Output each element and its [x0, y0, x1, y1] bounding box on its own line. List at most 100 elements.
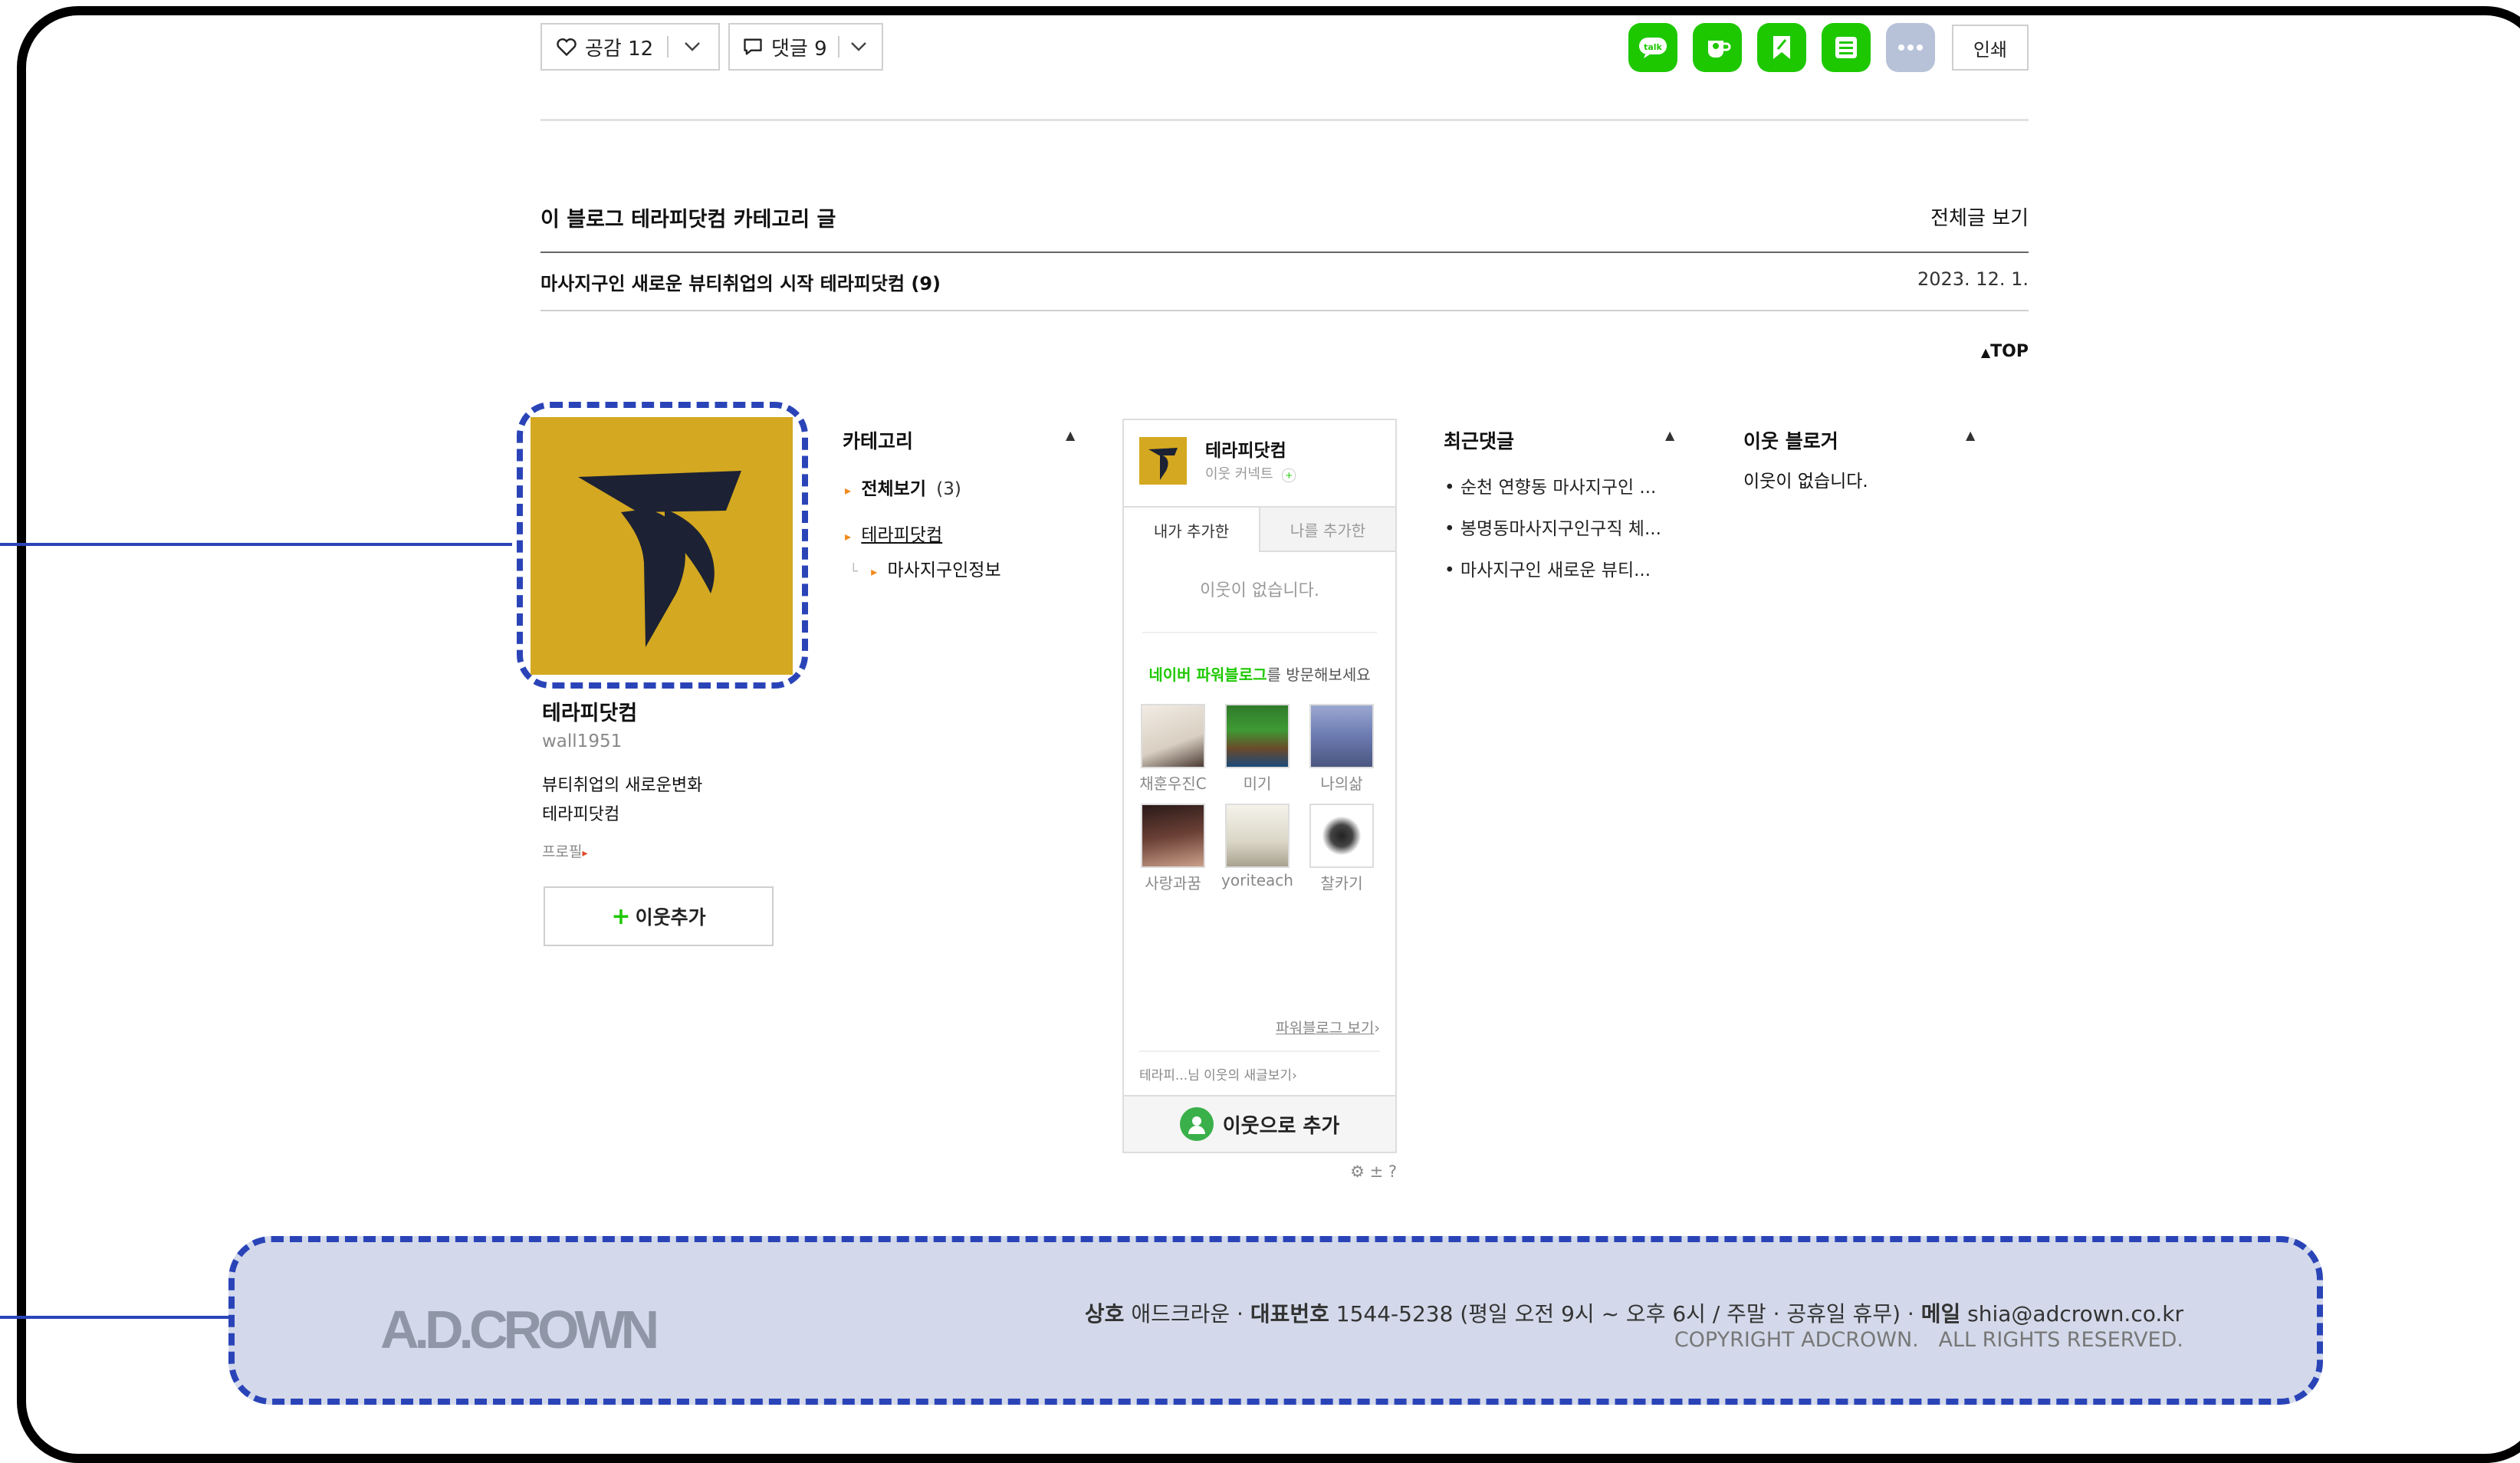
collapse-icon[interactable]: ▲: [1066, 428, 1075, 442]
profile-desc-line1: 뷰티취업의 새로운변화: [542, 776, 703, 795]
arrow-right-icon: ▸: [582, 847, 588, 860]
speech-bubble-icon: [742, 37, 764, 57]
t-logo-icon: [578, 471, 741, 647]
blogger-name[interactable]: yoriteach: [1221, 871, 1294, 889]
cup-share-icon[interactable]: [1693, 23, 1742, 72]
top-label: TOP: [1990, 342, 2029, 361]
tab-my-added[interactable]: 내가 추가한: [1124, 506, 1260, 552]
power-blog-highlight: 네이버 파워블로그: [1148, 666, 1267, 684]
chevron-down-icon[interactable]: [850, 41, 867, 52]
category-posts-heading: 이 블로그 테라피닷컴 카테고리 글: [540, 208, 836, 232]
profile-link[interactable]: 프로필▸: [542, 840, 587, 861]
category-subitem[interactable]: └ ▸ 마사지구인정보: [849, 555, 1001, 581]
plus-circle-icon: +: [1282, 468, 1296, 482]
list-share-icon[interactable]: [1822, 23, 1871, 72]
comment-button[interactable]: 댓글 9: [728, 23, 883, 71]
recent-comment-text: 마사지구인 새로운 뷰티...: [1460, 561, 1651, 580]
divider: [837, 36, 839, 58]
post-title-link[interactable]: 마사지구인 새로운 뷰티취업의 시작 테라피닷컴 (9): [540, 268, 941, 295]
category-item-label: 테라피닷컴: [861, 525, 943, 545]
blogger-name[interactable]: 사랑과꿈: [1136, 871, 1210, 893]
profile-logo[interactable]: [531, 417, 793, 675]
blogger-name[interactable]: 채훈우진C: [1136, 771, 1210, 794]
footer-company: 애드크라운: [1131, 1301, 1230, 1327]
divider: [540, 252, 2029, 253]
widget-sub-label: 이웃 커넥트: [1205, 466, 1273, 482]
orange-arrow-icon: ▸: [845, 529, 852, 544]
profile-link-label: 프로필: [542, 843, 583, 860]
category-subitem-label: 마사지구인정보: [887, 561, 1001, 580]
blogger-name[interactable]: 나의삶: [1305, 771, 1378, 794]
blogger-avatar[interactable]: [1225, 704, 1290, 768]
power-blog-link-label: 파워블로그 보기: [1275, 1020, 1375, 1037]
category-all-count: (3): [936, 479, 961, 499]
widget-empty: 이웃이 없습니다.: [1200, 581, 1319, 600]
widget-blog-name: 테라피닷컴: [1205, 441, 1286, 461]
footer-label-company: 상호: [1084, 1301, 1125, 1327]
divider: [667, 36, 669, 58]
neighbors-empty: 이웃이 없습니다.: [1743, 472, 1868, 492]
tree-connector-icon: └: [849, 564, 858, 580]
recent-comment-item[interactable]: • 순천 연향동 마사지구인 ...: [1444, 472, 1661, 498]
bookmark-share-icon[interactable]: [1757, 23, 1806, 72]
add-neighbor-label: 이웃추가: [635, 906, 706, 929]
collapse-icon[interactable]: ▲: [1665, 428, 1674, 442]
blogger-avatar[interactable]: [1309, 804, 1374, 868]
divider: [540, 310, 2029, 311]
footer-info: 상호 애드크라운 · 대표번호 1544-5238 (평일 오전 9시 ~ 오후…: [1084, 1301, 2183, 1327]
like-label: 공감 12: [585, 37, 654, 61]
svg-text:talk: talk: [1644, 42, 1662, 52]
widget-avatar: [1139, 437, 1187, 485]
footer-copyright: COPYRIGHT ADCROWN. ALL RIGHTS RESERVED.: [1674, 1328, 2183, 1352]
category-all[interactable]: ▸ 전체보기 (3): [845, 474, 961, 500]
add-neighbor-button[interactable]: + 이웃추가: [544, 886, 774, 946]
profile-id: wall1951: [542, 732, 623, 751]
person-add-icon: [1179, 1107, 1214, 1141]
blogger-name[interactable]: 미기: [1221, 771, 1294, 794]
more-icon[interactable]: [1886, 23, 1935, 72]
blogger-avatar[interactable]: [1309, 704, 1374, 768]
recent-comment-text: 순천 연향동 마사지구인 ...: [1460, 478, 1657, 498]
footer-mail[interactable]: shia@adcrown.co.kr: [1967, 1301, 2183, 1327]
blogger-avatar[interactable]: [1225, 804, 1290, 868]
profile-name: 테라피닷컴: [542, 702, 638, 725]
divider: [1139, 1050, 1380, 1052]
collapse-icon[interactable]: ▲: [1966, 428, 1975, 442]
footer-logo: A.D.CROWN: [380, 1300, 659, 1359]
category-all-label: 전체보기: [861, 479, 926, 499]
category-title: 카테고리: [843, 430, 914, 452]
orange-arrow-icon: ▸: [871, 564, 878, 579]
recent-comments-list: • 순천 연향동 마사지구인 ... • 봉명동마사지구인구직 체... • 마…: [1444, 472, 1661, 597]
recent-comment-text: 봉명동마사지구인구직 체...: [1460, 519, 1661, 539]
power-blog-link[interactable]: 파워블로그 보기›: [1216, 1017, 1380, 1037]
power-blog-suffix: 를 방문해보세요: [1267, 666, 1371, 684]
comment-label: 댓글 9: [771, 37, 827, 61]
blogger-avatar[interactable]: [1141, 804, 1205, 868]
new-posts-link[interactable]: 테라피...님 이웃의 새글보기›: [1139, 1064, 1297, 1083]
arrow-right-icon: ›: [1292, 1068, 1297, 1083]
widget-sub: 이웃 커넥트 +: [1205, 463, 1296, 483]
category-item[interactable]: ▸ 테라피닷컴: [845, 520, 942, 546]
plus-icon: +: [611, 902, 631, 930]
chevron-down-icon[interactable]: [684, 41, 701, 52]
heart-icon: [556, 37, 577, 57]
triangle-up-icon: ▲: [1980, 345, 1991, 360]
print-label: 인쇄: [1973, 38, 2008, 61]
tab-added-me[interactable]: 나를 추가한: [1260, 506, 1395, 552]
recent-comments-title: 최근댓글: [1444, 430, 1515, 452]
like-button[interactable]: 공감 12: [540, 23, 720, 71]
print-button[interactable]: 인쇄: [1952, 25, 2029, 71]
top-link[interactable]: ▲TOP: [1963, 342, 2029, 361]
widget-settings-icons[interactable]: ⚙ ± ?: [1334, 1162, 1397, 1181]
view-all-link[interactable]: 전체글 보기: [1917, 202, 2029, 231]
talk-share-icon[interactable]: talk: [1628, 23, 1677, 72]
blogger-name[interactable]: 찰카기: [1305, 871, 1378, 893]
annotation-line-profile: [0, 543, 512, 546]
blogger-avatar[interactable]: [1141, 704, 1205, 768]
power-blog-prompt: 네이버 파워블로그를 방문해보세요: [1124, 662, 1395, 685]
post-date: 2023. 12. 1.: [1917, 268, 2029, 290]
recent-comment-item[interactable]: • 마사지구인 새로운 뷰티...: [1444, 555, 1661, 581]
recent-comment-item[interactable]: • 봉명동마사지구인구직 체...: [1444, 514, 1661, 540]
add-as-neighbor-button[interactable]: 이웃으로 추가: [1124, 1095, 1395, 1152]
orange-arrow-icon: ▸: [845, 483, 852, 498]
